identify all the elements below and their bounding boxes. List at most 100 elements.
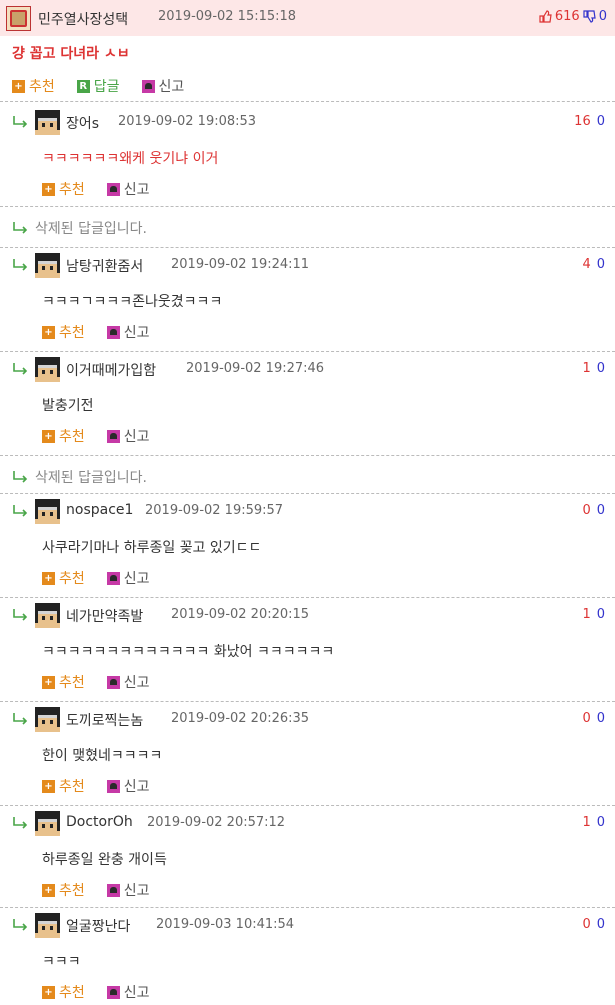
commenter-avatar[interactable] [35,811,60,836]
divider [0,101,615,102]
comment-votes: 16 0 [574,114,605,129]
comment-report-button[interactable]: 신고 [106,672,150,692]
recommend-button[interactable]: + 추천 [12,76,55,96]
recommend-label: 추천 [59,675,85,691]
post-header: 민주열사장성택 2019-09-02 15:15:18 616 0 [0,0,615,36]
report-label: 신고 [123,779,150,795]
commenter-avatar[interactable] [35,110,60,135]
comment-report-button[interactable]: 신고 [106,322,150,342]
comment-downvote-count: 0 [596,815,605,830]
comment-timestamp: 2019-09-03 10:41:54 [156,917,295,932]
commenter-avatar[interactable] [35,603,60,628]
report-label: 신고 [123,429,150,445]
recommend-label: 추천 [59,325,85,341]
report-label: 신고 [123,571,150,587]
comment-author[interactable]: 도끼로찍는놈 [66,710,143,730]
comment-downvote-count: 0 [596,503,605,518]
report-button[interactable]: 신고 [141,76,185,96]
thumbs-down-icon[interactable] [583,10,596,23]
comment-item: nospace1 2019-09-02 19:59:57 0 0 사쿠라기마나 하루종일… [0,493,615,597]
reply-button[interactable]: R 답글 [76,76,120,96]
comment-votes: 00 [582,711,605,726]
comment-author[interactable]: 장어s [66,113,99,133]
comment-report-button[interactable]: 신고 [106,426,150,446]
comment-timestamp: 2019-09-02 20:20:15 [171,607,310,622]
comment-recommend-button[interactable]: + 추천 [42,568,85,588]
comment-actions: + 추천 신고 [42,179,172,199]
comment-item: DoctorOh 2019-09-02 20:57:12 1 0 하루종일 완충 개이득… [0,805,615,907]
comment-downvote-count: 0 [596,711,605,726]
commenter-avatar[interactable] [35,707,60,732]
comment-recommend-button[interactable]: + 추천 [42,776,85,796]
recommend-label: 추천 [59,429,85,445]
siren-icon [106,985,120,999]
comment-report-button[interactable]: 신고 [106,880,150,900]
comment-text: 사쿠라기마나 하루종일 꽂고 있기ㄷㄷ [42,540,262,556]
comment-author[interactable]: DoctorOh [66,814,133,830]
reply-icon: R [76,79,90,93]
recommend-label: 추천 [59,883,85,899]
comment-recommend-button[interactable]: + 추천 [42,426,85,446]
comment-text: 하루종일 완충 개이득 [42,852,167,868]
comment-timestamp: 2019-09-02 20:26:35 [171,711,310,726]
comment-actions: + 추천 신고 [42,776,172,796]
reply-arrow-icon [12,116,30,128]
reply-label: 답글 [93,79,120,95]
report-label: 신고 [123,985,150,1001]
comment-upvote-count: 0 [582,711,591,726]
comment-item: 이거때메가입함 2019-09-02 19:27:46 1 0 발충기전 + 추천 신고 [0,351,615,455]
comment-timestamp: 2019-09-02 19:27:46 [186,361,325,376]
siren-icon [106,571,120,585]
comment-report-button[interactable]: 신고 [106,568,150,588]
commenter-avatar[interactable] [35,499,60,524]
comment-upvote-count: 1 [582,607,591,622]
comment-report-button[interactable]: 신고 [106,179,150,199]
comment-recommend-button[interactable]: + 추천 [42,880,85,900]
comment-timestamp: 2019-09-02 19:59:57 [145,503,284,518]
reply-arrow-icon [12,471,30,483]
plus-icon: + [12,79,25,93]
comment-actions: + 추천 신고 [42,982,172,1002]
comment-item: 남탕귀환줌서 2019-09-02 19:24:11 4 0 ㅋㅋㅋㄱㅋㅋㅋ존나웃겼ㅋㅋ… [0,247,615,351]
reply-arrow-icon [12,609,30,621]
comment-author[interactable]: 남탕귀환줌서 [66,256,143,276]
plus-icon: + [42,325,55,339]
siren-icon [106,883,120,897]
comment-author[interactable]: 네가만약족발 [66,606,143,626]
post-actions: + 추천 R 답글 신고 [12,76,206,96]
siren-icon [106,675,120,689]
comment-text: ㅋㅋㅋㅋㅋㅋ왜케 웃기냐 이거 [42,151,219,167]
report-label: 신고 [158,79,185,95]
commenter-avatar[interactable] [35,913,60,938]
siren-icon [106,429,120,443]
post-votes: 616 0 [539,9,607,24]
comment-recommend-button[interactable]: + 추천 [42,322,85,342]
post-author[interactable]: 민주열사장성택 [38,9,128,29]
comment-recommend-button[interactable]: + 추천 [42,672,85,692]
comment-author[interactable]: 얼굴짱난다 [66,916,130,936]
reply-arrow-icon [12,505,30,517]
commenter-avatar[interactable] [35,253,60,278]
comment-downvote-count: 0 [596,361,605,376]
comment-report-button[interactable]: 신고 [106,982,150,1002]
comment-recommend-button[interactable]: + 추천 [42,982,85,1002]
recommend-label: 추천 [59,779,85,795]
report-label: 신고 [123,325,150,341]
comment-text: 한이 맺혔네ㅋㅋㅋㅋ [42,748,163,764]
commenter-avatar[interactable] [35,357,60,382]
comment-recommend-button[interactable]: + 추천 [42,179,85,199]
thumbs-up-icon[interactable] [539,10,552,23]
comment-timestamp: 2019-09-02 19:08:53 [118,114,257,129]
comment-author[interactable]: 이거때메가입함 [66,360,156,380]
comment-item: 얼굴짱난다 2019-09-03 10:41:54 0 0 ㅋㅋㅋ + 추천 신고 [0,907,615,1005]
plus-icon: + [42,675,55,689]
deleted-notice: 삭제된 답글입니다. [35,470,147,486]
comment-item: 장어s 2019-09-02 19:08:53 16 0 ㅋㅋㅋㅋㅋㅋ왜케 웃기냐 이거… [0,104,615,206]
comment-author[interactable]: nospace1 [66,502,133,518]
comment-report-button[interactable]: 신고 [106,776,150,796]
comment-downvote-count: 0 [596,257,605,272]
comment-actions: + 추천 신고 [42,880,172,900]
siren-icon [106,325,120,339]
recommend-label: 추천 [59,985,85,1001]
author-avatar[interactable] [6,6,31,31]
